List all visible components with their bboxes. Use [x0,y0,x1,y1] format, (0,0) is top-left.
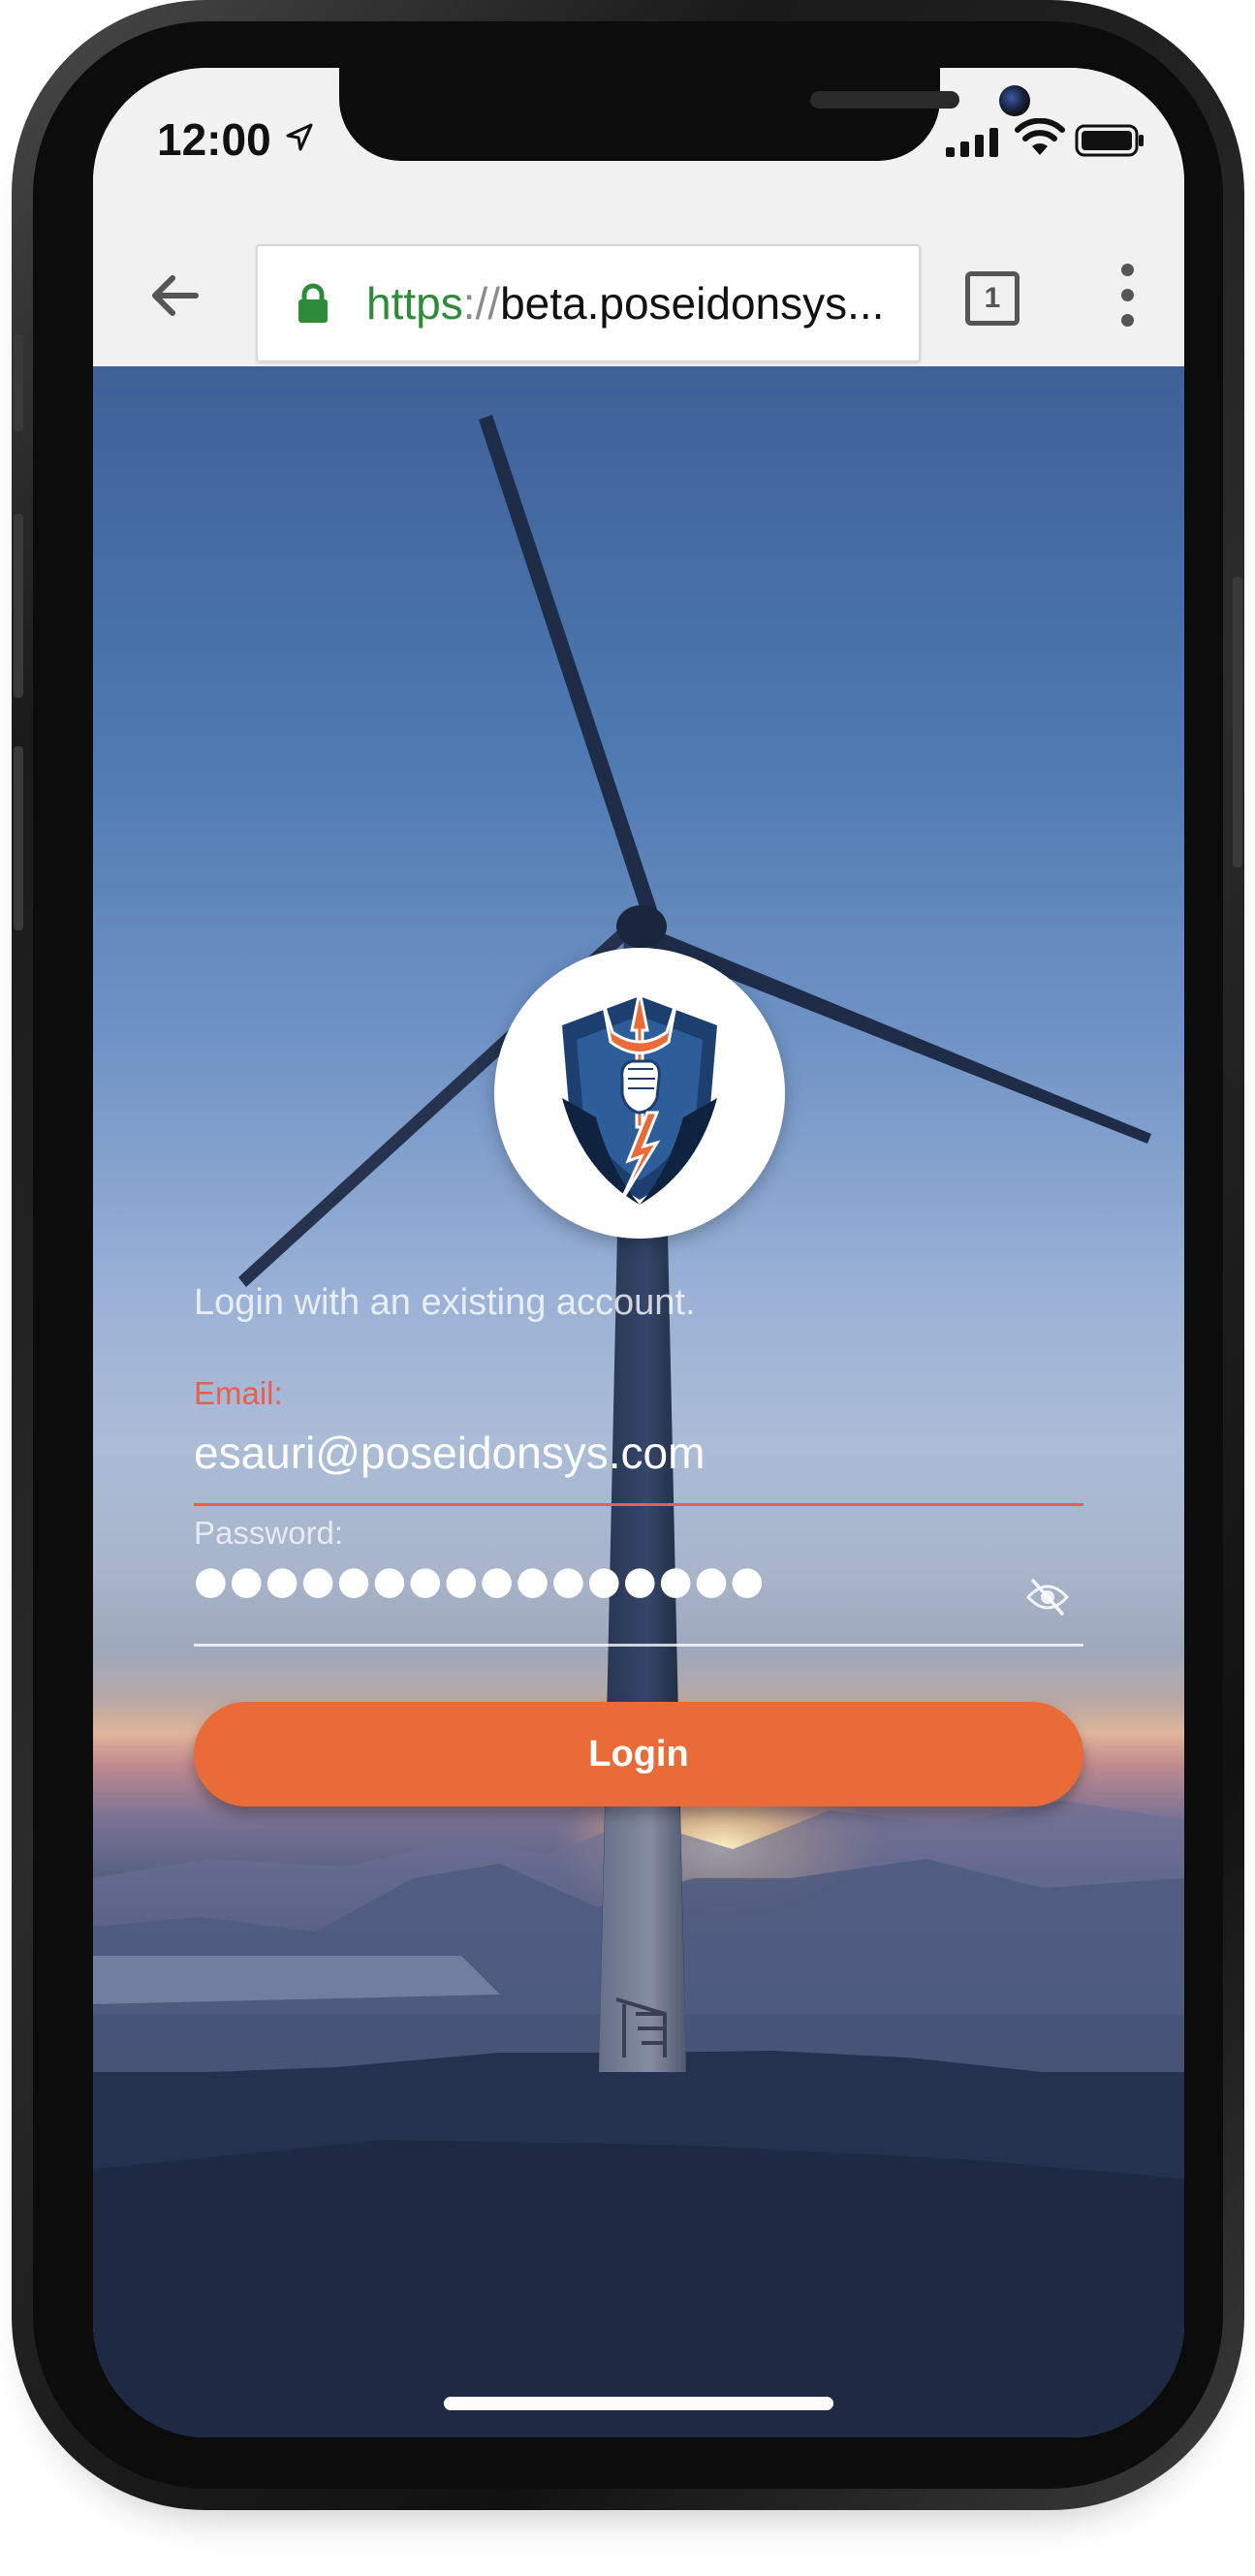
volume-down-button [14,746,23,930]
status-time: 12:00 [157,114,271,165]
wifi-icon [1015,118,1065,155]
speaker-grille [810,91,959,109]
volume-up-button [14,514,23,698]
login-button[interactable]: Login [194,1702,1083,1806]
notch [339,68,1030,161]
battery-icon [1075,124,1144,157]
url-scheme: https [366,278,463,329]
email-field[interactable]: esauri@poseidonsys.com [194,1427,1083,1479]
password-field[interactable]: ●●●●●●●●●●●●●●●● [194,1558,988,1603]
lock-icon [298,283,328,323]
url-host: beta.poseidonsys... [500,278,885,329]
password-field-underline [194,1644,1083,1647]
email-label: Email: [194,1375,283,1411]
location-arrow-icon [286,123,313,151]
screen: 12:00 https://beta.poseidonsys... 1 Logi… [93,68,1184,2437]
phone-frame: 12:00 https://beta.poseidonsys... 1 Logi… [12,0,1244,2510]
password-label: Password: [194,1515,344,1551]
status-bar: 12:00 [93,68,1184,223]
home-indicator[interactable] [444,2397,833,2410]
power-button [1233,577,1242,867]
url-separator: :// [462,278,501,329]
browser-toolbar: https://beta.poseidonsys... 1 [93,223,1184,366]
login-intro-text: Login with an existing account. [194,1282,696,1323]
mute-switch [14,334,23,431]
tab-switcher-button[interactable]: 1 [965,271,1020,326]
front-camera [999,85,1030,116]
cellular-signal-icon [946,128,998,157]
more-vertical-icon[interactable] [1109,262,1147,330]
eye-off-icon[interactable] [1025,1578,1070,1617]
company-logo [494,948,785,1239]
back-arrow-icon[interactable] [141,262,209,330]
address-bar[interactable]: https://beta.poseidonsys... [256,244,921,362]
email-field-underline [194,1503,1083,1506]
url-text: https://beta.poseidonsys... [366,277,909,330]
trident-shield-logo [562,990,717,1205]
login-page: Login with an existing account. Email: e… [93,366,1184,2437]
